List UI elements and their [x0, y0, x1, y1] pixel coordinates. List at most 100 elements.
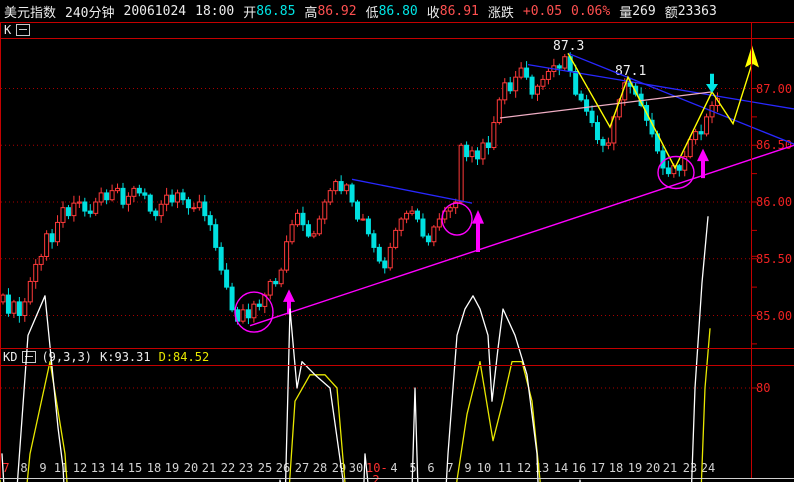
frame — [0, 22, 794, 479]
chart-canvas[interactable] — [0, 0, 794, 482]
candle-body — [5, 294, 11, 314]
candle-body — [529, 76, 535, 95]
candle-body — [71, 202, 77, 217]
candle-body — [207, 215, 213, 226]
candle-body — [594, 122, 600, 141]
candle-body — [540, 78, 546, 87]
candle-body — [333, 181, 339, 192]
candle-body — [491, 122, 497, 149]
candle-body — [120, 187, 126, 205]
candle-body — [464, 144, 470, 158]
candle-body — [245, 309, 251, 319]
candle-body — [387, 246, 393, 269]
candle-body — [382, 260, 388, 269]
candle-body — [573, 70, 579, 95]
candle-body — [82, 201, 88, 212]
candle-body — [267, 280, 273, 296]
candle-body — [578, 93, 584, 101]
candle-body — [469, 150, 475, 158]
candle-body — [109, 190, 115, 201]
candle-body — [404, 212, 410, 220]
candle-body — [251, 303, 257, 319]
candle-body — [196, 201, 202, 209]
candle-body — [76, 201, 82, 204]
candle-body — [704, 116, 710, 135]
trendline-resistance-upper — [527, 64, 794, 110]
candle-body — [665, 167, 671, 175]
gridlines — [1, 59, 757, 389]
candle-body — [16, 301, 22, 317]
candle-body — [371, 233, 377, 248]
candle-body — [311, 233, 317, 237]
candle-body — [502, 82, 508, 101]
candle-body — [147, 194, 153, 212]
candle-body — [534, 85, 540, 95]
candle-body — [202, 201, 208, 217]
candle-body — [393, 229, 399, 248]
candle-body — [185, 199, 191, 209]
candle-body — [87, 210, 93, 214]
candlesticks — [0, 52, 720, 325]
candle-body — [300, 212, 306, 226]
forecast-zigzag-line — [567, 52, 753, 170]
candle-body — [447, 207, 453, 212]
candle-body — [229, 286, 235, 311]
candle-body — [49, 233, 55, 243]
candle-body — [420, 218, 426, 237]
candle-body — [98, 192, 104, 203]
candle-body — [131, 187, 137, 197]
candle-body — [218, 246, 224, 271]
candle-body — [305, 224, 311, 237]
candle-body — [169, 194, 175, 203]
candle-body — [153, 210, 159, 217]
candle-body — [191, 207, 197, 210]
candle-body — [338, 181, 344, 192]
buy-arrow-1-icon — [283, 289, 295, 315]
kd-line-K — [1, 216, 709, 482]
candle-body — [687, 139, 693, 158]
candle-body — [556, 65, 562, 69]
candle-body — [409, 210, 415, 214]
candle-body — [545, 70, 551, 80]
candle-body — [365, 218, 371, 235]
buy-arrow-2-icon — [472, 209, 484, 252]
trendline-major-support — [249, 144, 794, 327]
candle-body — [589, 110, 595, 124]
candle-body — [600, 139, 606, 146]
candle-body — [349, 184, 355, 203]
kd-line-D — [0, 328, 711, 482]
candle-body — [496, 99, 502, 124]
candle-body — [180, 192, 186, 201]
candle-body — [0, 294, 6, 303]
candle-body — [524, 67, 530, 78]
candle-body — [22, 301, 28, 317]
candle-body — [240, 309, 246, 322]
candle-body — [355, 201, 361, 220]
candle-body — [11, 301, 17, 314]
candle-body — [507, 82, 513, 92]
candle-body — [55, 221, 61, 243]
candle-body — [273, 280, 279, 285]
candle-body — [398, 218, 404, 231]
candle-body — [518, 67, 524, 78]
candle-body — [60, 207, 66, 223]
candle-body — [344, 184, 350, 192]
candle-body — [376, 246, 382, 262]
candle-body — [693, 131, 699, 141]
candle-body — [485, 142, 491, 149]
sell-arrow-icon — [706, 73, 718, 94]
candle-body — [175, 192, 181, 203]
candle-body — [136, 187, 142, 194]
candle-body — [278, 269, 284, 285]
candle-body — [360, 218, 366, 221]
candle-body — [480, 142, 486, 160]
candle-body — [698, 131, 704, 135]
candle-body — [104, 192, 110, 201]
candle-body — [415, 210, 421, 220]
candle-body — [142, 192, 148, 196]
candle-body — [27, 280, 33, 303]
candle-body — [44, 233, 50, 257]
trendline-resistance-lower — [567, 52, 794, 145]
candle-body — [93, 201, 99, 214]
candle-body — [436, 218, 442, 228]
